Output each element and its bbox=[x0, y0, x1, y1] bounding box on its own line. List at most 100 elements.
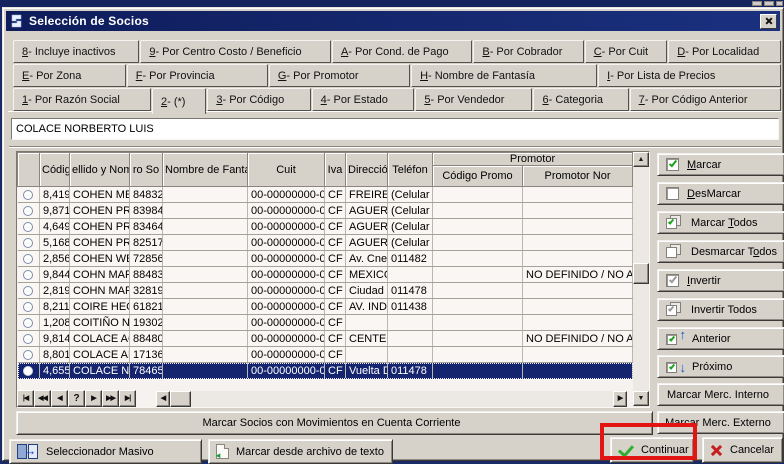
column-header-select[interactable] bbox=[18, 153, 40, 187]
grey-check-stack-icon bbox=[666, 302, 683, 317]
nav-next-button[interactable]: ▶ bbox=[85, 390, 102, 407]
column-header-iva[interactable]: Iva bbox=[325, 153, 346, 187]
grid-vertical-scrollbar[interactable]: ▲ ▼ bbox=[633, 152, 649, 407]
divider bbox=[9, 146, 781, 148]
nav-first-button[interactable]: |◀ bbox=[17, 390, 34, 407]
tab-r1-3[interactable]: A - Por Cond. de Pago bbox=[332, 40, 472, 63]
row-select-radio[interactable] bbox=[23, 318, 33, 328]
marcar-merc-interno-button[interactable]: Marcar Merc. Interno bbox=[657, 383, 784, 406]
column-header-cuit[interactable]: Cuit bbox=[248, 153, 325, 187]
button-label: Marcar Merc. Interno bbox=[667, 389, 769, 401]
table-row[interactable]: 9,814COLACE AG8848000-00000000-0CFCENTEN… bbox=[18, 331, 633, 347]
grid-bottom-bar: |◀◀◀◀?▶▶▶▶| ◀ ▶ bbox=[17, 390, 627, 407]
nav-prior-page-button[interactable]: ◀◀ bbox=[34, 390, 51, 407]
table-row[interactable]: 5,168COHEN PR8251700-00000000-0CFAGUER(C… bbox=[18, 235, 633, 251]
column-header-nro[interactable]: ro So bbox=[130, 153, 163, 187]
table-row[interactable]: 4,655COLACE NO7846500-00000000-0CFVuelta… bbox=[18, 363, 633, 379]
tab-r3-7[interactable]: 7 - Por Código Anterior bbox=[630, 88, 781, 111]
nav-last-button[interactable]: ▶| bbox=[119, 390, 136, 407]
close-button[interactable] bbox=[760, 14, 777, 29]
table-row[interactable]: 2,856COHEN WE7285600-00000000-0CFAv. Cne… bbox=[18, 251, 633, 267]
tab-r3-2[interactable]: 2 - (*) bbox=[152, 88, 206, 114]
nav-prior-button[interactable]: ◀ bbox=[51, 390, 68, 407]
tab-r2-3[interactable]: G - Por Promotor bbox=[269, 64, 410, 87]
proximo-button[interactable]: ↓Próximo bbox=[657, 355, 784, 378]
scroll-right-icon[interactable]: ▶ bbox=[613, 391, 627, 407]
marcar-socios-cuenta-corriente-button[interactable]: Marcar Socios con Movimientos en Cuenta … bbox=[16, 411, 653, 435]
scroll-up-icon[interactable]: ▲ bbox=[633, 152, 649, 167]
invertir-button[interactable]: Invertir bbox=[657, 269, 784, 292]
column-header-codigo[interactable]: Códig bbox=[40, 153, 70, 187]
scroll-down-icon[interactable]: ▼ bbox=[633, 391, 649, 406]
tab-r2-4[interactable]: H - Nombre de Fantasía bbox=[411, 64, 597, 87]
row-select-radio[interactable] bbox=[23, 286, 33, 296]
tab-r3-6[interactable]: 6 - Categoria bbox=[533, 88, 628, 111]
row-select-radio[interactable] bbox=[23, 254, 33, 264]
horizontal-scroll-thumb[interactable] bbox=[170, 391, 191, 407]
marcar-todos-button[interactable]: Marcar Todos bbox=[657, 211, 784, 234]
socios-grid[interactable]: Códigellido y Nomro SoNombre de FantasCu… bbox=[16, 151, 650, 408]
tab-r1-1[interactable]: 8 - Incluye inactivos bbox=[13, 40, 139, 63]
search-input[interactable] bbox=[11, 118, 779, 140]
table-row[interactable]: 1,208COITIÑO NI1930200-00000000-0CF bbox=[18, 315, 633, 331]
seleccionador-masivo-button[interactable]: → Seleccionador Masivo bbox=[9, 439, 202, 464]
row-select-radio[interactable] bbox=[23, 366, 33, 376]
row-select-radio[interactable] bbox=[23, 206, 33, 216]
cancelar-button[interactable]: Cancelar bbox=[702, 437, 783, 463]
tab-r1-5[interactable]: C - Por Cuit bbox=[585, 40, 668, 63]
button-label: Próximo bbox=[692, 361, 732, 373]
nav-next-page-button[interactable]: ▶▶ bbox=[102, 390, 119, 407]
marcar-desde-archivo-button[interactable]: ◄ Marcar desde archivo de texto bbox=[208, 439, 393, 464]
vertical-scroll-thumb[interactable] bbox=[633, 263, 649, 284]
background-maximize-icon bbox=[764, 1, 774, 6]
tab-r1-6[interactable]: D - Por Localidad bbox=[668, 40, 781, 63]
row-select-radio[interactable] bbox=[23, 270, 33, 280]
button-label: Marcar Todos bbox=[691, 217, 757, 229]
tab-r1-2[interactable]: 9 - Por Centro Costo / Beneficio bbox=[140, 40, 331, 63]
button-label: Marcar bbox=[687, 159, 721, 171]
marcar-button[interactable]: Marcar bbox=[657, 153, 784, 176]
table-row[interactable]: 4,649COHEN PR8346400-00000000-0CFAGUER(C… bbox=[18, 219, 633, 235]
table-row[interactable]: 8,419COHEN ME8483200-00000000-0CFFREIRE(… bbox=[18, 187, 633, 203]
tab-r3-4[interactable]: 4 - Por Estado bbox=[312, 88, 415, 111]
tab-r2-2[interactable]: F - Por Provincia bbox=[127, 64, 268, 87]
background-window-titlebar bbox=[0, 0, 784, 7]
text-file-icon: ◄ bbox=[216, 444, 229, 459]
column-header-dir[interactable]: Direcció bbox=[346, 153, 388, 187]
table-row[interactable]: 8,211COIRE HEC6182100-00000000-0CFAV. IN… bbox=[18, 299, 633, 315]
wide-button-label: Marcar Socios con Movimientos en Cuenta … bbox=[202, 417, 460, 429]
row-select-radio[interactable] bbox=[23, 302, 33, 312]
table-row[interactable]: 9,871COHEN PR8398400-00000000-0CFAGUER(C… bbox=[18, 203, 633, 219]
table-row[interactable]: 9,844COHN MAR8848300-00000000-0CFMEXICON… bbox=[18, 267, 633, 283]
column-header-codigo-promo[interactable]: Código Promo bbox=[433, 166, 523, 187]
scroll-left-icon[interactable]: ◀ bbox=[156, 391, 170, 407]
tab-r2-5[interactable]: I - Por Lista de Precios bbox=[598, 64, 781, 87]
column-header-fan[interactable]: Nombre de Fantas bbox=[163, 153, 248, 187]
row-select-radio[interactable] bbox=[23, 190, 33, 200]
tab-r3-5[interactable]: 5 - Por Vendedor bbox=[415, 88, 532, 111]
tab-r3-3[interactable]: 3 - Por Código bbox=[207, 88, 310, 111]
tab-r3-1[interactable]: 1 - Por Razón Social bbox=[13, 88, 151, 111]
row-select-radio[interactable] bbox=[23, 222, 33, 232]
row-select-radio[interactable] bbox=[23, 334, 33, 344]
tab-row-3: 1 - Por Razón Social2 - (*)3 - Por Códig… bbox=[13, 88, 782, 111]
button-label: Invertir Todos bbox=[691, 304, 757, 316]
column-header-promotor-nombre[interactable]: Promotor Nor bbox=[523, 166, 633, 187]
tab-r1-4[interactable]: B - Por Cobrador bbox=[473, 40, 583, 63]
column-header-ape[interactable]: ellido y Nom bbox=[70, 153, 130, 187]
checked-box-icon bbox=[666, 158, 679, 171]
dialog-titlebar[interactable]: Selección de Socios bbox=[6, 11, 780, 31]
desmarcar-todos-button[interactable]: Desmarcar Todos bbox=[657, 240, 784, 263]
table-row[interactable]: 2,819COHN MAR3281900-00000000-0CFCiudad0… bbox=[18, 283, 633, 299]
row-select-radio[interactable] bbox=[23, 238, 33, 248]
checked-stack-icon bbox=[666, 215, 683, 230]
row-select-radio[interactable] bbox=[23, 350, 33, 360]
invertir-todos-button[interactable]: Invertir Todos bbox=[657, 298, 784, 321]
horizontal-scroll-track[interactable] bbox=[191, 391, 613, 407]
desmarcar-button[interactable]: DesMarcar bbox=[657, 182, 784, 205]
column-header-tel[interactable]: Teléfon bbox=[388, 153, 433, 187]
tab-r2-1[interactable]: E - Por Zona bbox=[13, 64, 126, 87]
anterior-button[interactable]: ↑Anterior bbox=[657, 327, 784, 350]
table-row[interactable]: 8,801COLACE AN1713600-00000000-0CF bbox=[18, 347, 633, 363]
nav-help-button[interactable]: ? bbox=[68, 390, 85, 407]
